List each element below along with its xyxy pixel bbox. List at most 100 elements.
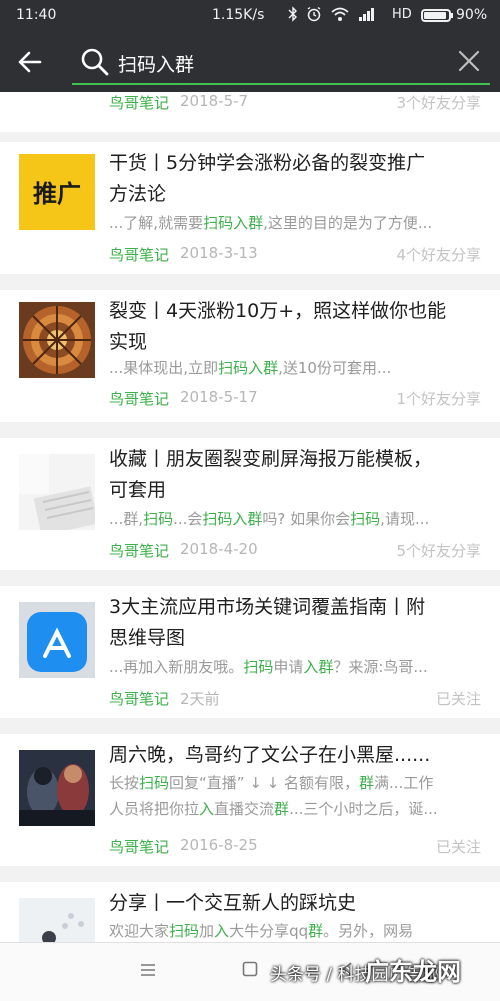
snippet-text: 长按 xyxy=(109,774,140,792)
battery-level xyxy=(424,12,446,19)
snippet-highlight: 群 xyxy=(274,800,290,818)
result-thumbnail xyxy=(19,898,95,942)
snippet-text: 。另外，网易 xyxy=(323,922,414,940)
search-results-list: 鸟哥笔记 2018-5-7 3个好友分享 推广 干货丨5分钟学会涨粉必备的裂变推… xyxy=(0,92,500,942)
result-shares: 4个好友分享 xyxy=(396,246,481,264)
snippet-highlight: 入群 xyxy=(303,658,334,676)
result-snippet: 欢迎大家扫码加入大牛分享qq群。另外，网易 xyxy=(109,920,479,942)
snippet-highlight: 扫码 xyxy=(243,658,274,676)
result-thumbnail xyxy=(19,454,95,530)
result-card[interactable]: 分享丨一个交互新人的踩坑史 欢迎大家扫码加入大牛分享qq群。另外，网易 xyxy=(0,882,500,942)
search-icon xyxy=(81,48,109,76)
search-input-underline xyxy=(72,83,490,85)
result-date: 2天前 xyxy=(180,690,220,708)
movie-poster-thumbnail-image xyxy=(19,750,95,826)
snippet-text: ...果体现出,立即 xyxy=(109,359,219,377)
result-card[interactable]: 鸟哥笔记 2018-5-7 3个好友分享 xyxy=(0,92,500,132)
result-source[interactable]: 鸟哥笔记 xyxy=(109,92,169,113)
app-store-thumbnail-image xyxy=(19,602,95,678)
result-title-line: 思维导图 xyxy=(109,627,186,649)
clear-search-icon[interactable] xyxy=(456,48,482,74)
signal-icon xyxy=(359,8,374,21)
snippet-highlight: 扫码入群 xyxy=(218,359,279,377)
result-thumbnail xyxy=(19,302,95,378)
result-source[interactable]: 鸟哥笔记 xyxy=(109,244,169,265)
snippet-text: ,请现... xyxy=(380,510,430,528)
status-network-speed: 1.15K/s xyxy=(212,7,265,23)
result-source[interactable]: 鸟哥笔记 xyxy=(109,688,169,709)
result-card[interactable]: 推广 干货丨5分钟学会涨粉必备的裂变推广 方法论 ...了解,就需要扫码入群,这… xyxy=(0,142,500,274)
result-shares: 1个好友分享 xyxy=(396,390,481,408)
snippet-text: ...再加入新朋友哦。 xyxy=(109,658,244,676)
battery-percent: 90% xyxy=(456,7,488,23)
result-date: 2018-5-7 xyxy=(180,92,249,110)
snippet-text: ...会 xyxy=(173,510,203,528)
battery-tip xyxy=(451,13,453,18)
home-icon[interactable] xyxy=(242,961,258,977)
snippet-text: 吗? 如果你会 xyxy=(262,510,351,528)
result-snippet: 长按扫码回复“直播” ↓ ↓ 名额有限，群满...工作 人员将把你拉入直播交流群… xyxy=(109,772,479,821)
snippet-text: 申请 xyxy=(273,658,304,676)
result-snippet: ...了解,就需要扫码入群,这里的目的是为了方便... xyxy=(109,212,479,235)
status-bar: 11:40 1.15K/s HD 90% xyxy=(0,0,500,32)
result-source[interactable]: 鸟哥笔记 xyxy=(109,540,169,561)
result-title-line: 干货丨5分钟学会涨粉必备的裂变推广 xyxy=(109,152,426,174)
result-shares: 已关注 xyxy=(435,838,481,856)
result-snippet: ...再加入新朋友哦。扫码申请入群？来源:鸟哥... xyxy=(109,656,479,679)
person-thumbnail-image xyxy=(19,898,95,942)
snippet-highlight: 扫码 xyxy=(143,510,174,528)
snippet-text: ...了解,就需要 xyxy=(109,214,204,232)
result-title[interactable]: 收藏丨朋友圈裂变刷屏海报万能模板， 可套用 xyxy=(109,444,479,506)
snippet-line: 人员将把你拉入直播交流群...三个小时之后，诞... xyxy=(109,798,479,821)
back-arrow-icon[interactable] xyxy=(14,46,46,78)
snippet-text: ,送10份可套用... xyxy=(278,359,392,377)
result-date: 2016-8-25 xyxy=(180,836,258,854)
snippet-text: 直播交流 xyxy=(214,800,275,818)
snippet-line: 长按扫码回复“直播” ↓ ↓ 名额有限，群满...工作 xyxy=(109,772,479,795)
result-title-line: 3大主流应用市场关键词覆盖指南丨附 xyxy=(109,596,426,618)
snippet-text: ...群, xyxy=(109,510,144,528)
snippet-text: 欢迎大家 xyxy=(109,922,170,940)
snippet-highlight: 扫码入群 xyxy=(203,214,264,232)
result-shares: 5个好友分享 xyxy=(396,542,481,560)
result-card[interactable]: 周六晚，鸟哥约了文公子在小黑屋...... 长按扫码回复“直播” ↓ ↓ 名额有… xyxy=(0,734,500,866)
result-thumbnail xyxy=(19,750,95,826)
result-thumbnail xyxy=(19,602,95,678)
result-title[interactable]: 分享丨一个交互新人的踩坑史 xyxy=(109,888,479,919)
result-date: 2018-4-20 xyxy=(180,540,258,558)
snippet-highlight: 扫码入群 xyxy=(202,510,263,528)
thumbnail-text: 推广 xyxy=(33,180,81,208)
menu-icon[interactable] xyxy=(140,962,156,978)
snippet-highlight: 入 xyxy=(199,800,215,818)
result-title[interactable]: 裂变丨4天涨粉10万+，照这样做你也能 实现 xyxy=(109,296,479,358)
keyboard-thumbnail-image xyxy=(19,454,95,530)
result-card[interactable]: 3大主流应用市场关键词覆盖指南丨附 思维导图 ...再加入新朋友哦。扫码申请入群… xyxy=(0,586,500,718)
status-icons xyxy=(288,6,376,22)
result-title[interactable]: 干货丨5分钟学会涨粉必备的裂变推广 方法论 xyxy=(109,148,479,210)
snippet-highlight: 群 xyxy=(308,922,324,940)
search-input[interactable]: 扫码入群 xyxy=(118,50,194,77)
result-title-line: 裂变丨4天涨粉10万+，照这样做你也能 xyxy=(109,300,447,322)
result-title-line: 周六晚，鸟哥约了文公子在小黑屋...... xyxy=(109,744,431,766)
result-title-line: 方法论 xyxy=(109,183,167,205)
result-shares: 已关注 xyxy=(435,690,481,708)
snippet-text: 回复“直播” ↓ ↓ 名额有限， xyxy=(169,774,360,792)
result-source[interactable]: 鸟哥笔记 xyxy=(109,836,169,857)
bluetooth-icon xyxy=(288,6,297,22)
result-title[interactable]: 3大主流应用市场关键词覆盖指南丨附 思维导图 xyxy=(109,592,479,654)
status-network-type: HD xyxy=(392,7,412,22)
result-source[interactable]: 鸟哥笔记 xyxy=(109,388,169,409)
result-card[interactable]: 裂变丨4天涨粉10万+，照这样做你也能 实现 ...果体现出,立即扫码入群,送1… xyxy=(0,290,500,422)
snippet-highlight: 入 xyxy=(214,922,230,940)
result-snippet: ...果体现出,立即扫码入群,送10份可套用... xyxy=(109,357,479,380)
snippet-text: ,这里的目的是为了方便... xyxy=(263,214,433,232)
result-date: 2018-5-17 xyxy=(180,388,258,406)
snippet-highlight: 扫码 xyxy=(169,922,200,940)
promotion-thumbnail-image: 推广 xyxy=(19,154,95,230)
result-title[interactable]: 周六晚，鸟哥约了文公子在小黑屋...... xyxy=(109,740,479,771)
battery-icon xyxy=(421,9,451,22)
snippet-highlight: 群 xyxy=(359,774,375,792)
snippet-text: 人员将把你拉 xyxy=(109,800,200,818)
result-title-line: 实现 xyxy=(109,331,148,353)
result-card[interactable]: 收藏丨朋友圈裂变刷屏海报万能模板， 可套用 ...群,扫码...会扫码入群吗? … xyxy=(0,438,500,570)
